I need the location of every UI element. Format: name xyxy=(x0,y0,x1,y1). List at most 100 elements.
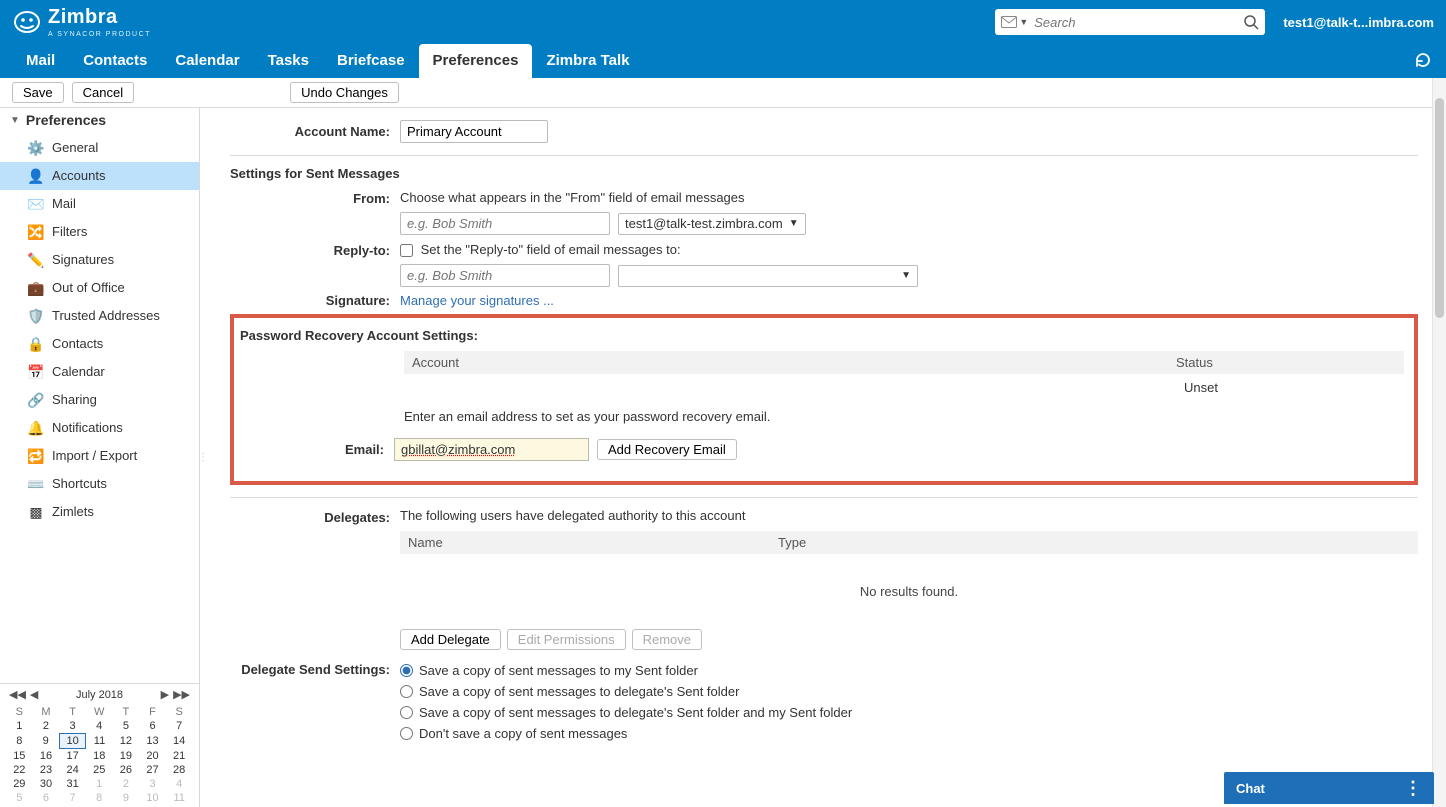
cal-day[interactable]: 7 xyxy=(59,791,86,805)
from-address-dropdown[interactable]: test1@talk-test.zimbra.com ▼ xyxy=(618,213,806,235)
cal-day[interactable]: 1 xyxy=(6,719,33,734)
cal-day[interactable]: 13 xyxy=(139,734,166,749)
cal-day[interactable]: 28 xyxy=(166,763,193,777)
cal-day[interactable]: 6 xyxy=(33,791,60,805)
collapse-triangle-icon[interactable]: ▼ xyxy=(10,115,20,126)
from-name-input[interactable] xyxy=(400,212,610,235)
cal-day[interactable]: 2 xyxy=(33,719,60,734)
delegate-send-option[interactable]: Save a copy of sent messages to delegate… xyxy=(400,681,852,702)
vertical-scrollbar[interactable] xyxy=(1432,78,1446,807)
cal-day[interactable]: 29 xyxy=(6,777,33,791)
cal-day[interactable]: 7 xyxy=(166,719,193,734)
cal-day[interactable]: 24 xyxy=(59,763,86,777)
sidebar-item-zimlets[interactable]: ▩Zimlets xyxy=(0,498,199,526)
cal-day[interactable]: 21 xyxy=(166,749,193,764)
tab-preferences[interactable]: Preferences xyxy=(419,44,533,78)
cal-day[interactable]: 31 xyxy=(59,777,86,791)
cal-day[interactable]: 14 xyxy=(166,734,193,749)
tab-briefcase[interactable]: Briefcase xyxy=(323,44,419,78)
tab-tasks[interactable]: Tasks xyxy=(254,44,323,78)
sidebar-item-filters[interactable]: 🔀Filters xyxy=(0,218,199,246)
delegate-send-option[interactable]: Save a copy of sent messages to delegate… xyxy=(400,702,852,723)
cal-day[interactable]: 10 xyxy=(59,734,86,749)
undo-changes-button[interactable]: Undo Changes xyxy=(290,82,399,103)
edit-permissions-button[interactable]: Edit Permissions xyxy=(507,629,626,650)
cal-day[interactable]: 3 xyxy=(59,719,86,734)
replyto-name-input[interactable] xyxy=(400,264,610,287)
cal-day[interactable]: 4 xyxy=(166,777,193,791)
cal-day[interactable]: 30 xyxy=(33,777,60,791)
refresh-icon[interactable] xyxy=(1414,51,1432,72)
cal-day[interactable]: 9 xyxy=(113,791,140,805)
cal-day[interactable]: 20 xyxy=(139,749,166,764)
search-input[interactable] xyxy=(1034,15,1237,30)
cal-day[interactable]: 4 xyxy=(86,719,113,734)
manage-signatures-link[interactable]: Manage your signatures ... xyxy=(400,293,554,308)
chat-bar[interactable]: Chat ⋮ xyxy=(1224,772,1434,804)
cal-prev-year-icon[interactable]: ◀◀ xyxy=(8,688,27,701)
save-button[interactable]: Save xyxy=(12,82,64,103)
cal-day[interactable]: 15 xyxy=(6,749,33,764)
recovery-email-input[interactable]: gbillat@zimbra.com xyxy=(394,438,589,461)
sidebar-item-calendar[interactable]: 📅Calendar xyxy=(0,358,199,386)
radio-input[interactable] xyxy=(400,685,413,698)
add-recovery-email-button[interactable]: Add Recovery Email xyxy=(597,439,737,460)
radio-input[interactable] xyxy=(400,706,413,719)
radio-input[interactable] xyxy=(400,727,413,740)
delegate-send-option[interactable]: Don't save a copy of sent messages xyxy=(400,723,852,744)
cal-day[interactable]: 2 xyxy=(113,777,140,791)
cal-day[interactable]: 5 xyxy=(113,719,140,734)
search-box[interactable]: ▼ xyxy=(995,9,1265,35)
cal-title[interactable]: July 2018 xyxy=(76,689,123,701)
cal-next-month-icon[interactable]: ▶ xyxy=(160,688,170,701)
replyto-checkbox[interactable] xyxy=(400,244,413,257)
cal-day[interactable]: 10 xyxy=(139,791,166,805)
search-scope-icon[interactable]: ▼ xyxy=(1001,16,1028,28)
sidebar-item-general[interactable]: ⚙️General xyxy=(0,134,199,162)
sidebar-item-accounts[interactable]: 👤Accounts xyxy=(0,162,199,190)
cal-day[interactable]: 11 xyxy=(166,791,193,805)
tab-mail[interactable]: Mail xyxy=(12,44,69,78)
sidebar-item-sharing[interactable]: 🔗Sharing xyxy=(0,386,199,414)
cancel-button[interactable]: Cancel xyxy=(72,82,134,103)
cal-day[interactable]: 17 xyxy=(59,749,86,764)
radio-input[interactable] xyxy=(400,664,413,677)
sidebar-item-mail[interactable]: ✉️Mail xyxy=(0,190,199,218)
cal-day[interactable]: 26 xyxy=(113,763,140,777)
tab-calendar[interactable]: Calendar xyxy=(161,44,253,78)
sidebar-item-contacts[interactable]: 🔒Contacts xyxy=(0,330,199,358)
cal-day[interactable]: 1 xyxy=(86,777,113,791)
cal-day[interactable]: 11 xyxy=(86,734,113,749)
sidebar-item-import-export[interactable]: 🔁Import / Export xyxy=(0,442,199,470)
sidebar-item-trusted-addresses[interactable]: 🛡️Trusted Addresses xyxy=(0,302,199,330)
cal-day[interactable]: 3 xyxy=(139,777,166,791)
sidebar-item-signatures[interactable]: ✏️Signatures xyxy=(0,246,199,274)
cal-day[interactable]: 8 xyxy=(6,734,33,749)
tab-zimbra-talk[interactable]: Zimbra Talk xyxy=(532,44,643,78)
tab-contacts[interactable]: Contacts xyxy=(69,44,161,78)
cal-day[interactable]: 18 xyxy=(86,749,113,764)
add-delegate-button[interactable]: Add Delegate xyxy=(400,629,501,650)
cal-day[interactable]: 6 xyxy=(139,719,166,734)
cal-day[interactable]: 5 xyxy=(6,791,33,805)
cal-day[interactable]: 27 xyxy=(139,763,166,777)
user-menu[interactable]: test1@talk-t...imbra.com xyxy=(1283,15,1434,30)
search-icon[interactable] xyxy=(1243,14,1259,30)
cal-day[interactable]: 8 xyxy=(86,791,113,805)
sidebar-item-shortcuts[interactable]: ⌨️Shortcuts xyxy=(0,470,199,498)
account-name-input[interactable] xyxy=(400,120,548,143)
cal-day[interactable]: 9 xyxy=(33,734,60,749)
delegate-send-option[interactable]: Save a copy of sent messages to my Sent … xyxy=(400,660,852,681)
sidebar-item-notifications[interactable]: 🔔Notifications xyxy=(0,414,199,442)
replyto-address-dropdown[interactable]: ▼ xyxy=(618,265,918,287)
sidebar-header[interactable]: ▼ Preferences xyxy=(0,108,199,134)
cal-day[interactable]: 19 xyxy=(113,749,140,764)
cal-day[interactable]: 22 xyxy=(6,763,33,777)
cal-day[interactable]: 16 xyxy=(33,749,60,764)
cal-prev-month-icon[interactable]: ◀ xyxy=(29,688,39,701)
cal-next-year-icon[interactable]: ▶▶ xyxy=(172,688,191,701)
cal-day[interactable]: 12 xyxy=(113,734,140,749)
cal-day[interactable]: 25 xyxy=(86,763,113,777)
cal-day[interactable]: 23 xyxy=(33,763,60,777)
sidebar-item-out-of-office[interactable]: 💼Out of Office xyxy=(0,274,199,302)
